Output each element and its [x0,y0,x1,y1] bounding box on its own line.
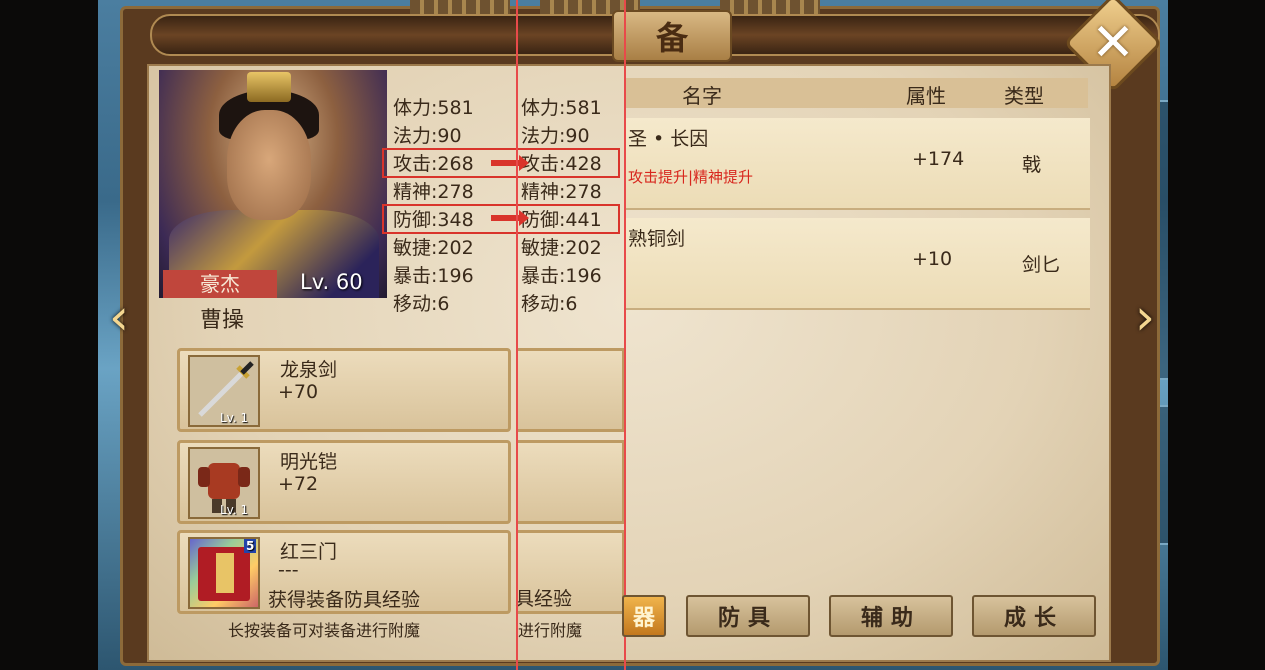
equip-rank: 5 [244,539,257,553]
hero-level: Lv. 60 [300,270,363,294]
list-item[interactable]: 熟铜剑 +10 剑匕 [626,218,1090,310]
stat-row: 法力:90 [521,125,590,147]
tab-armor[interactable]: 防具 [686,595,810,637]
equip-note: 获得装备防具经验 [268,589,421,611]
arrow-right-icon [491,210,529,226]
hero-portrait [159,70,387,298]
tab-weapon[interactable]: 器 [622,595,666,637]
chain-decoration [720,0,820,14]
table-header: 名字 属性 类型 [626,78,1088,108]
armor-icon: Lv. 1 [188,447,260,519]
stat-row: 暴击:196 [521,265,602,287]
hero-class-badge: 豪杰 [163,270,277,298]
next-hero-arrow-icon[interactable]: › [1127,292,1163,342]
item-attr: +10 [912,248,953,270]
equip-note-ghost: 具经验 [515,588,573,610]
item-attr: +174 [912,148,965,170]
window-title: 备 [612,10,732,62]
equipped-weapon-slot[interactable]: Lv. 1 龙泉剑 +70 [177,348,511,432]
prev-hero-arrow-icon[interactable]: ‹ [101,292,137,342]
portrait-face [227,110,311,220]
item-type: 戟 [1022,154,1042,176]
item-name: 圣 • 长因 [628,128,709,150]
tab-growth[interactable]: 成长 [972,595,1096,637]
equip-level: Lv. 1 [220,503,249,517]
stat-row: 法力:90 [393,125,462,147]
stat-row: 移动:6 [393,293,450,315]
header-name: 名字 [682,84,722,108]
stat-row: 敏捷:202 [521,237,602,259]
chain-decoration [410,0,510,14]
list-item[interactable]: 圣 • 长因 攻击提升|精神提升 +174 戟 [626,118,1090,210]
item-effect: 攻击提升|精神提升 [628,168,754,186]
book-icon: 5 [188,537,260,609]
hero-name: 曹操 [200,308,245,333]
header-attr: 属性 [906,84,946,108]
equip-level: Lv. 1 [220,411,249,425]
equip-slot-ghost [517,348,625,432]
equip-name: 龙泉剑 [280,359,338,381]
equip-slot-ghost [517,440,625,524]
stat-row: 精神:278 [521,181,602,203]
equip-value: +72 [278,473,319,495]
sword-icon: Lv. 1 [188,355,260,427]
equipped-accessory-slot[interactable]: 5 红三门 --- 获得装备防具经验 [177,530,511,614]
enchant-tip: 长按装备可对装备进行附魔 [228,621,421,640]
equip-value: +70 [278,381,319,403]
stat-row: 精神:278 [393,181,474,203]
item-name: 熟铜剑 [628,228,686,250]
equip-name: 明光铠 [280,451,338,473]
stat-row: 体力:581 [521,97,602,119]
stat-row: 暴击:196 [393,265,474,287]
right-letterbox [1167,0,1265,670]
header-type: 类型 [1004,84,1044,108]
equipped-armor-slot[interactable]: Lv. 1 明光铠 +72 [177,440,511,524]
enchant-tip-ghost: 进行附魔 [518,621,583,640]
item-type: 剑匕 [1022,254,1061,276]
stat-row: 体力:581 [393,97,474,119]
portrait-crown [247,72,291,102]
arrow-right-icon [491,155,529,171]
equip-value: --- [278,559,299,581]
tab-assist[interactable]: 辅助 [829,595,953,637]
stat-row: 移动:6 [521,293,578,315]
left-letterbox [0,0,98,670]
stat-row: 敏捷:202 [393,237,474,259]
